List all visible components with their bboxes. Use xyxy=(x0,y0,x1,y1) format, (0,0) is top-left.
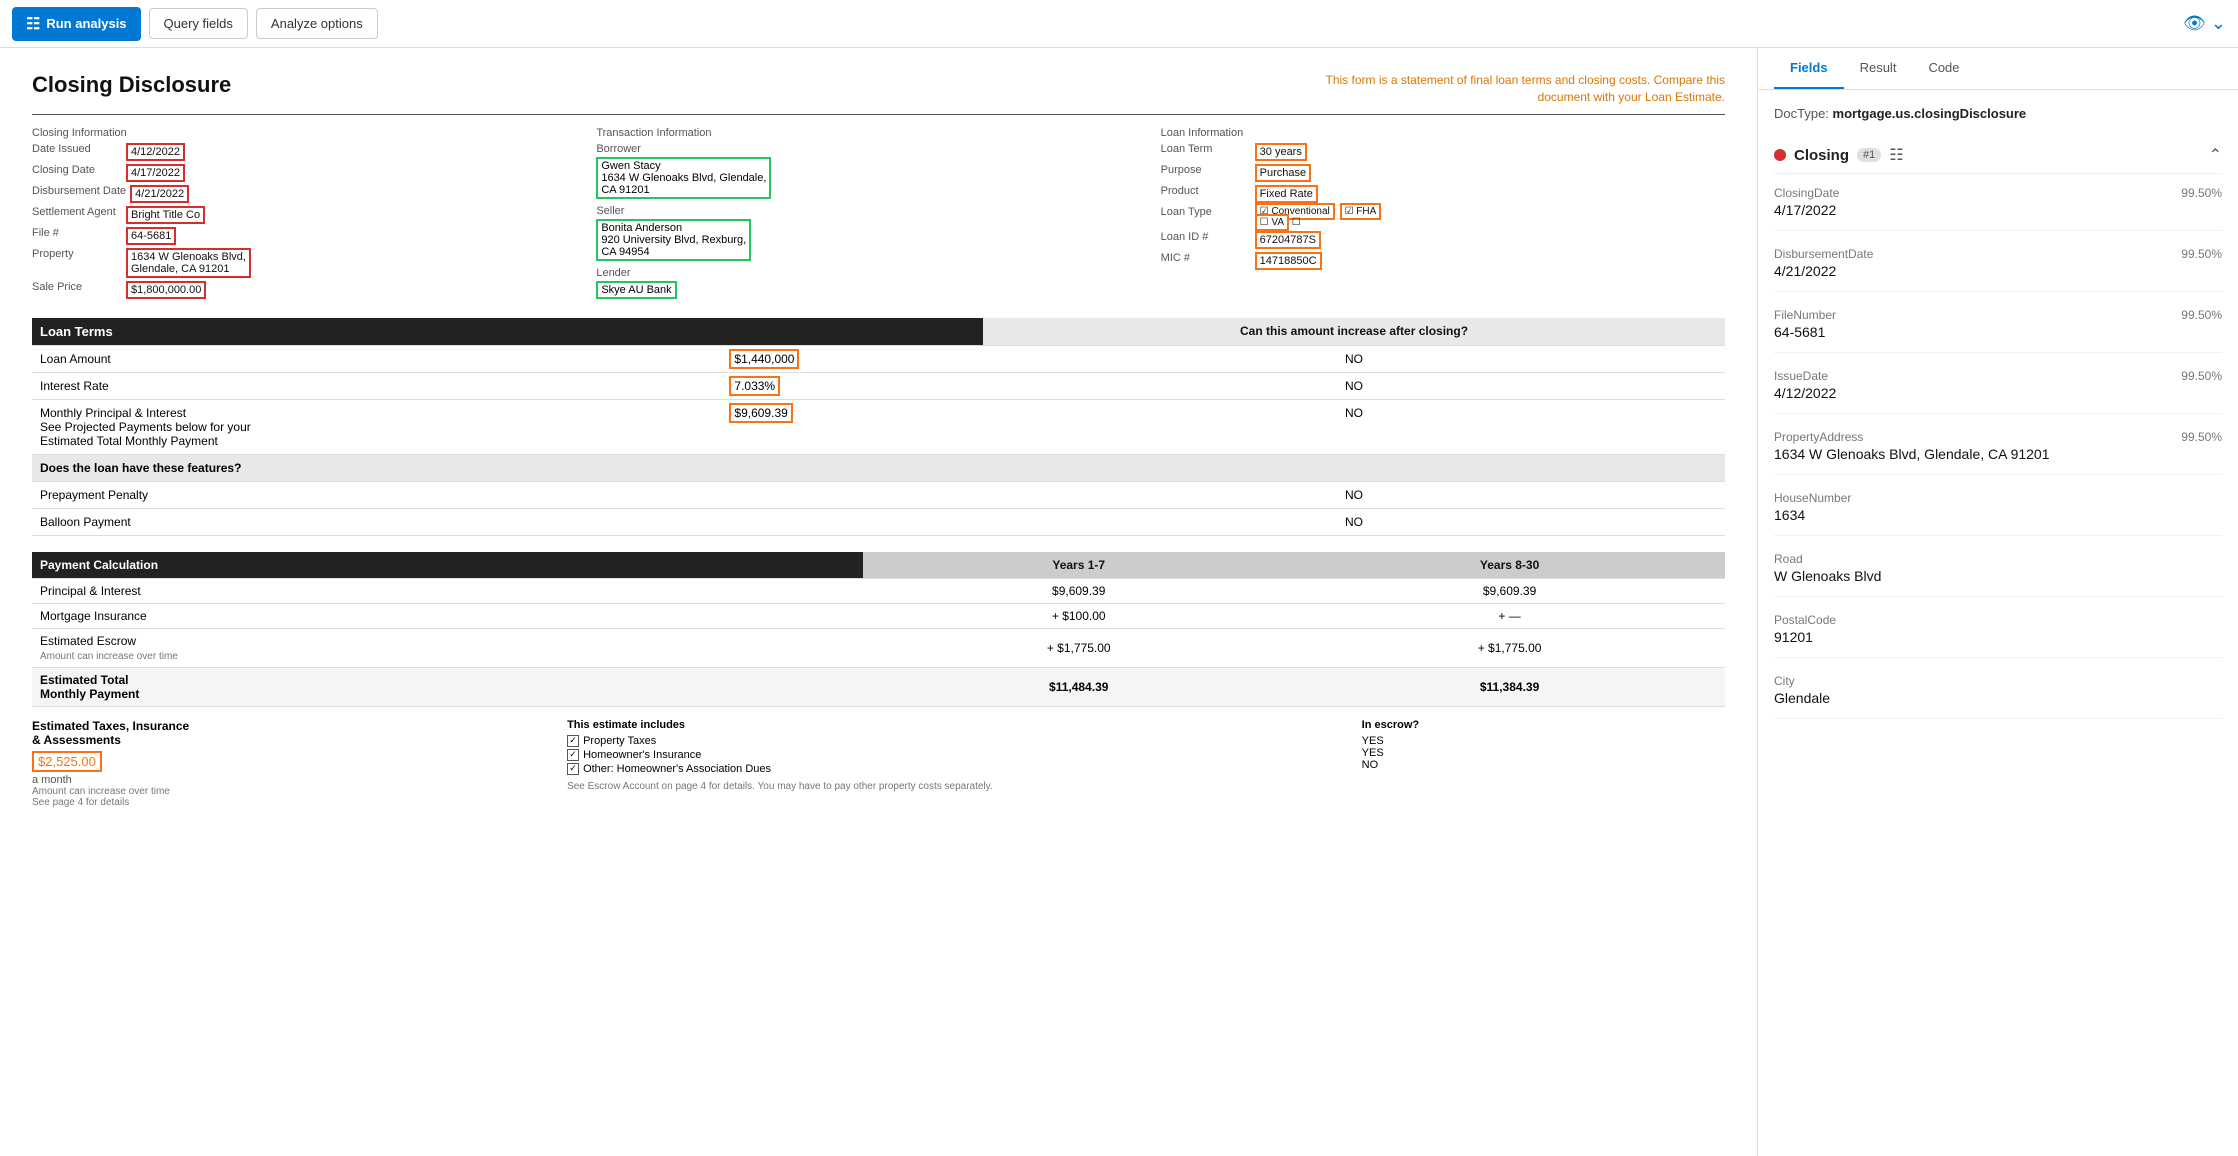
document-panel: Closing Disclosure This form is a statem… xyxy=(0,48,1758,1156)
info-row: Settlement Agent Bright Title Co xyxy=(32,206,596,224)
tab-code[interactable]: Code xyxy=(1912,48,1975,89)
info-row: File # 64-5681 xyxy=(32,227,596,245)
tab-result[interactable]: Result xyxy=(1844,48,1913,89)
field-row-road: Road W Glenoaks Blvd xyxy=(1774,552,2222,597)
table-row: Principal & Interest $9,609.39 $9,609.39 xyxy=(32,578,1725,603)
escrow-mid: This estimate includes ✓ Property Taxes … xyxy=(567,719,1346,808)
field-row-closing-date: ClosingDate 4/17/2022 99.50% xyxy=(1774,186,2222,231)
fields-tabs: Fields Result Code xyxy=(1758,48,2238,90)
chart-icon: ☷ xyxy=(26,14,40,34)
escrow-right: In escrow? YES YES NO xyxy=(1362,719,1725,808)
years2-header: Years 8-30 xyxy=(1294,552,1725,579)
loan-terms-table: Loan Terms Can this amount increase afte… xyxy=(32,318,1725,536)
list-item: ✓ Other: Homeowner's Association Dues xyxy=(567,763,1346,775)
loan-info-col: Loan Information Loan Term 30 years Purp… xyxy=(1161,127,1725,302)
doctype-row: DocType: mortgage.us.closingDisclosure xyxy=(1774,106,2222,121)
field-row-file-number: FileNumber 64-5681 99.50% xyxy=(1774,308,2222,353)
info-row: Date Issued 4/12/2022 xyxy=(32,143,596,161)
grid-icon[interactable]: ☷ xyxy=(1889,145,1903,165)
table-row: Interest Rate 7.033% NO xyxy=(32,372,1725,399)
tab-fields[interactable]: Fields xyxy=(1774,48,1844,89)
loan-info-title: Loan Information xyxy=(1161,127,1725,139)
table-row: Balloon Payment NO xyxy=(32,508,1725,535)
info-row: Property 1634 W Glenoaks Blvd,Glendale, … xyxy=(32,248,596,278)
info-section: Closing Information Date Issued 4/12/202… xyxy=(32,127,1725,302)
years1-header: Years 1-7 xyxy=(863,552,1294,579)
closing-header: Closing #1 ☷ ⌃ xyxy=(1774,137,2222,174)
transaction-info-col: Transaction Information Borrower Gwen St… xyxy=(596,127,1160,302)
info-row: Sale Price $1,800,000.00 xyxy=(32,281,596,299)
table-row: Prepayment Penalty NO xyxy=(32,481,1725,508)
field-row-house-number: HouseNumber 1634 xyxy=(1774,491,2222,536)
run-analysis-button[interactable]: ☷ Run analysis xyxy=(12,7,141,41)
red-dot-icon xyxy=(1774,149,1786,161)
payment-calc-header: Payment Calculation xyxy=(32,552,863,579)
closing-info-col: Closing Information Date Issued 4/12/202… xyxy=(32,127,596,302)
table-row: Estimated EscrowAmount can increase over… xyxy=(32,628,1725,667)
list-item: ✓ Property Taxes xyxy=(567,735,1346,747)
info-row: Disbursement Date 4/21/2022 xyxy=(32,185,596,203)
field-row-postal-code: PostalCode 91201 xyxy=(1774,613,2222,658)
total-payment-row: Estimated TotalMonthly Payment $11,484.3… xyxy=(32,667,1725,706)
toolbar: ☷ Run analysis Query fields Analyze opti… xyxy=(0,0,2238,48)
doc-title: Closing Disclosure xyxy=(32,72,231,98)
escrow-section: Estimated Taxes, Insurance& Assessments … xyxy=(32,719,1725,808)
doc-header: Closing Disclosure This form is a statem… xyxy=(32,72,1725,115)
list-item: ✓ Homeowner's Insurance xyxy=(567,749,1346,761)
fields-panel: Fields Result Code DocType: mortgage.us.… xyxy=(1758,48,2238,1156)
fields-content: DocType: mortgage.us.closingDisclosure C… xyxy=(1758,90,2238,1156)
analyze-options-button[interactable]: Analyze options xyxy=(256,8,378,39)
eye-icon[interactable]: 👁 ⌄ xyxy=(2183,13,2226,34)
query-fields-button[interactable]: Query fields xyxy=(149,8,248,39)
increase-header: Can this amount increase after closing? xyxy=(983,318,1725,346)
field-row-property-address: PropertyAddress 1634 W Glenoaks Blvd, Gl… xyxy=(1774,430,2222,475)
table-row: Does the loan have these features? xyxy=(32,454,1725,481)
projected-payments-table: Payment Calculation Years 1-7 Years 8-30… xyxy=(32,552,1725,707)
table-row: Mortgage Insurance + $100.00 + — xyxy=(32,603,1725,628)
closing-info-title: Closing Information xyxy=(32,127,596,139)
field-row-city: City Glendale xyxy=(1774,674,2222,719)
field-row-issue-date: IssueDate 4/12/2022 99.50% xyxy=(1774,369,2222,414)
loan-terms-header: Loan Terms xyxy=(32,318,983,346)
field-row-disbursement-date: DisbursementDate 4/21/2022 99.50% xyxy=(1774,247,2222,292)
transaction-info-title: Transaction Information xyxy=(596,127,1160,139)
escrow-left: Estimated Taxes, Insurance& Assessments … xyxy=(32,719,551,808)
doc-subtitle: This form is a statement of final loan t… xyxy=(1326,72,1726,106)
chevron-up-icon[interactable]: ⌃ xyxy=(2209,145,2222,165)
info-row: Closing Date 4/17/2022 xyxy=(32,164,596,182)
main-layout: Closing Disclosure This form is a statem… xyxy=(0,48,2238,1156)
table-row: Monthly Principal & Interest See Project… xyxy=(32,399,1725,454)
table-row: Loan Amount $1,440,000 NO xyxy=(32,345,1725,372)
